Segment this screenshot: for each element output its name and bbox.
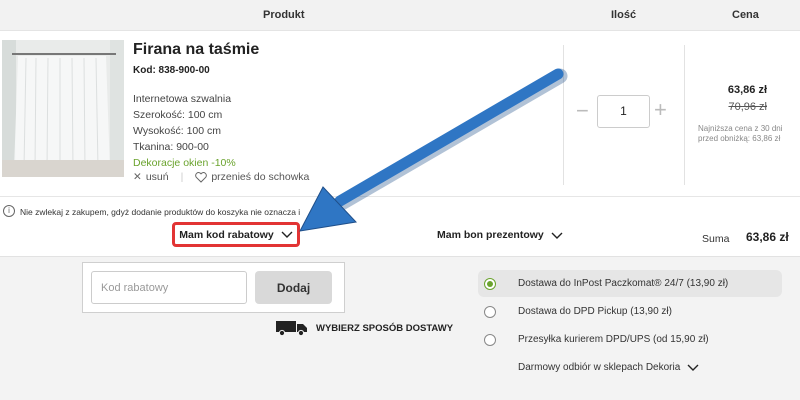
shipping-option-label: Przesyłka kurierem DPD/UPS (od 15,90 zł) <box>518 334 709 345</box>
shipping-option-dpd-pickup[interactable]: Dostawa do DPD Pickup (13,90 zł) <box>478 298 782 325</box>
heart-icon <box>195 171 208 183</box>
chevron-down-icon <box>687 364 699 371</box>
action-separator: | <box>180 171 184 183</box>
shipping-option-inpost[interactable]: Dostawa do InPost Paczkomat® 24/7 (13,90… <box>478 270 782 297</box>
shipping-heading-label: WYBIERZ SPOSÓB DOSTAWY <box>316 322 454 334</box>
discount-code-toggle[interactable]: Mam kod rabatowy <box>172 222 300 247</box>
old-price: 70,96 zł <box>728 101 767 113</box>
reservation-info-main: Nie zwlekaj z zakupem, gdyż dodanie prod… <box>20 207 301 217</box>
product-code: Kod: 838-900-00 <box>133 65 210 76</box>
sum-value: 63,86 zł <box>746 230 789 244</box>
gift-voucher-label: Mam bon prezentowy <box>437 229 544 241</box>
remove-label: usuń <box>145 171 169 183</box>
lowest-price-note: Najniższa cena z 30 dni przed obniżką: 6… <box>698 124 783 143</box>
remove-link[interactable]: ✕ usuń <box>133 171 169 183</box>
reservation-info-text: Nie zwlekaj z zakupem, gdyż dodanie prod… <box>20 207 318 217</box>
product-attr-height: Wysokość: 100 cm <box>133 125 222 137</box>
product-attr-fabric: Tkanina: 900-00 <box>133 141 209 153</box>
product-attr-width: Szerokość: 100 cm <box>133 109 223 121</box>
quantity-decrease-button[interactable]: − <box>576 98 589 124</box>
column-product: Produkt <box>263 9 305 21</box>
section-divider <box>0 196 800 197</box>
cart-table-header: Produkt Ilość Cena <box>0 0 800 31</box>
discount-code-input[interactable] <box>91 271 247 304</box>
reservation-info-tail: j. <box>314 207 319 217</box>
free-store-pickup-label: Darmowy odbiór w sklepach Dekoria <box>518 362 681 373</box>
column-quantity: Ilość <box>611 9 637 21</box>
column-price: Cena <box>732 9 759 21</box>
price-column-divider <box>684 45 685 185</box>
shipping-option-courier[interactable]: Przesyłka kurierem DPD/UPS (od 15,90 zł) <box>478 326 782 353</box>
shipping-option-label: Dostawa do InPost Paczkomat® 24/7 (13,90… <box>518 278 729 289</box>
product-image[interactable] <box>2 40 124 177</box>
current-price: 63,86 zł <box>727 84 767 96</box>
shipping-option-label: Dostawa do DPD Pickup (13,90 zł) <box>518 306 672 317</box>
apply-discount-button[interactable]: Dodaj <box>255 271 332 304</box>
chevron-down-icon <box>551 232 563 239</box>
product-title[interactable]: Firana na taśmie <box>133 41 259 59</box>
sum-label: Suma <box>702 233 730 245</box>
radio-icon[interactable] <box>484 333 496 346</box>
quantity-increase-button[interactable]: + <box>654 97 667 123</box>
product-attr-tailoring: Internetowa szwalnia <box>133 93 232 105</box>
discount-code-label: Mam kod rabatowy <box>179 228 274 241</box>
close-icon: ✕ <box>133 171 142 183</box>
chevron-down-icon <box>281 231 293 238</box>
quantity-input[interactable]: 1 <box>597 95 650 128</box>
info-icon: i <box>3 205 15 217</box>
qty-column-divider <box>563 45 564 185</box>
save-for-later-link[interactable]: przenieś do schowka <box>195 171 309 183</box>
save-for-later-label: przenieś do schowka <box>211 171 310 183</box>
shipping-heading: WYBIERZ SPOSÓB DOSTAWY <box>276 320 453 336</box>
radio-selected-icon[interactable] <box>484 277 496 290</box>
discount-code-panel: Dodaj <box>82 262 345 313</box>
gift-voucher-toggle[interactable]: Mam bon prezentowy <box>437 229 563 241</box>
free-store-pickup-toggle[interactable]: Darmowy odbiór w sklepach Dekoria <box>518 362 699 373</box>
product-actions: ✕ usuń | przenieś do schowka <box>133 171 309 183</box>
radio-icon[interactable] <box>484 305 496 318</box>
truck-icon <box>276 321 307 336</box>
promo-label: Dekoracje okien -10% <box>133 157 236 169</box>
